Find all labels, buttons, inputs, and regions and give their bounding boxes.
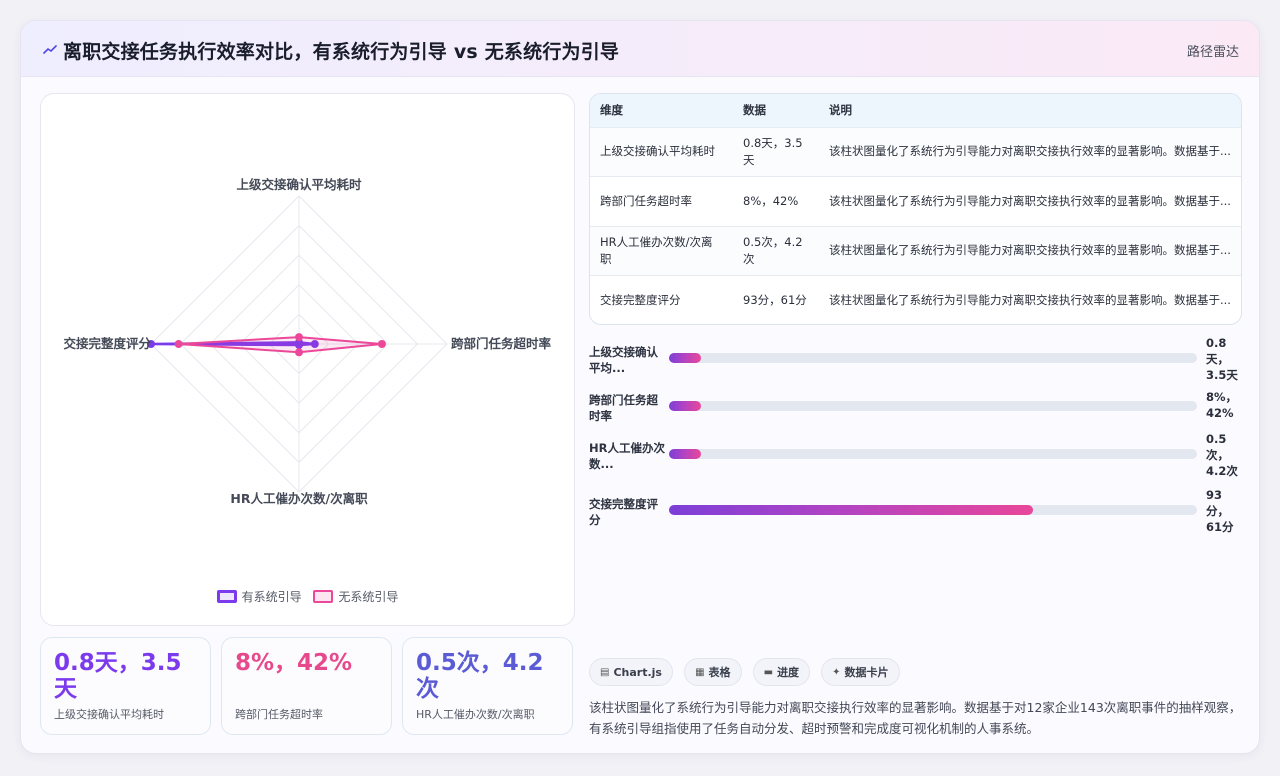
- radar-axis-label: HR人工催办次数/次离职: [230, 491, 368, 506]
- chip-progress[interactable]: ▬ 进度: [752, 658, 811, 686]
- sparkle-icon: ✦: [832, 666, 841, 678]
- radar-point: [174, 340, 183, 348]
- radar-point: [295, 348, 303, 357]
- cell-dimension: 上级交接确认平均耗时: [600, 144, 715, 159]
- table-row: 交接完整度评分 93分，61分 该柱状图量化了系统行为引导能力对离职交接执行效率…: [590, 275, 1241, 325]
- dashboard-card: 离职交接任务执行效率对比，有系统行为引导 vs 无系统行为引导 路径雷达 上级交…: [20, 20, 1260, 754]
- radar-axis-label: 上级交接确认平均耗时: [236, 177, 362, 192]
- cell-note: 该柱状图量化了系统行为引导能力对离职交接执行效率的显著影响。数据基于...: [829, 193, 1231, 208]
- legend-item-unguided[interactable]: 无系统引导: [313, 588, 398, 605]
- header-bar: 离职交接任务执行效率对比，有系统行为引导 vs 无系统行为引导 路径雷达: [21, 21, 1259, 77]
- stat-label: HR人工催办次数/次离职: [416, 708, 535, 721]
- stat-card-confirm-time: 0.8天，3.5天 上级交接确认平均耗时: [40, 637, 211, 735]
- progress-fill: [669, 505, 1034, 515]
- column-header-dimension: 维度: [600, 103, 623, 118]
- progress-label: 交接完整度评分: [589, 497, 658, 527]
- chip-label: 表格: [708, 666, 731, 679]
- cell-data: 93分，61分: [743, 293, 807, 307]
- cell-data: 0.5次，4.2次: [743, 234, 803, 266]
- chart-icon: ▤: [600, 666, 610, 678]
- column-header-data: 数据: [743, 103, 766, 118]
- progress-value: 0.5次，4.2次: [1206, 432, 1238, 478]
- chip-chartjs[interactable]: ▤ Chart.js: [589, 658, 673, 686]
- progress-label: 上级交接确认平均...: [589, 345, 658, 375]
- stat-card-reminders: 0.5次，4.2次 HR人工催办次数/次离职: [402, 637, 573, 735]
- stat-value: 0.8天，3.5天: [54, 650, 182, 702]
- trend-line-icon: [43, 45, 57, 54]
- progress-track: [669, 449, 1197, 459]
- progress-value: 93分，61分: [1206, 488, 1234, 534]
- radar-axis-label: 跨部门任务超时率: [451, 336, 552, 351]
- chart-description: 该柱状图量化了系统行为引导能力对离职交接执行效率的显著影响。数据基于对12家企业…: [589, 700, 1242, 736]
- progress-icon: ▬: [763, 666, 774, 678]
- progress-row: HR人工催办次数... 0.5次，4.2次: [589, 432, 1249, 493]
- radar-chart: 上级交接确认平均耗时跨部门任务超时率 HR人工催办次数/次离职 交接完整度评分: [63, 177, 552, 506]
- cell-data: 0.8天，3.5天: [743, 135, 803, 167]
- data-table: 维度 数据 说明 上级交接确认平均耗时 0.8天，3.5天 该柱状图量化了系统行…: [589, 93, 1242, 325]
- chip-label: 进度: [777, 666, 800, 679]
- progress-track: [669, 505, 1197, 515]
- chip-label: Chart.js: [613, 665, 662, 679]
- table-row: 跨部门任务超时率 8%，42% 该柱状图量化了系统行为引导能力对离职交接执行效率…: [590, 176, 1241, 227]
- progress-fill: [669, 401, 701, 411]
- legend-label-guided: 有系统引导: [241, 590, 302, 604]
- chip-label: 数据卡片: [844, 666, 889, 679]
- progress-track: [669, 353, 1197, 363]
- view-chips: ▤ Chart.js ▦ 表格 ▬ 进度 ✦ 数据卡片: [589, 658, 906, 686]
- cell-note: 该柱状图量化了系统行为引导能力对离职交接执行效率的显著影响。数据基于...: [829, 144, 1231, 159]
- mode-label[interactable]: 路径雷达: [1187, 41, 1239, 60]
- progress-value: 0.8天，3.5天: [1206, 336, 1238, 382]
- progress-fill: [669, 353, 701, 363]
- stat-card-timeout-rate: 8%，42% 跨部门任务超时率: [221, 637, 392, 735]
- progress-value: 8%，42%: [1206, 390, 1238, 420]
- cell-dimension: 交接完整度评分: [600, 293, 681, 307]
- table-icon: ▦: [695, 666, 705, 678]
- radar-chart-panel: 上级交接确认平均耗时跨部门任务超时率 HR人工催办次数/次离职 交接完整度评分 有系…: [40, 93, 575, 626]
- radar-point: [377, 340, 386, 348]
- page-title: 离职交接任务执行效率对比，有系统行为引导 vs 无系统行为引导: [63, 41, 620, 63]
- cell-dimension: 跨部门任务超时率: [600, 193, 692, 208]
- legend-swatch-guided: [216, 590, 237, 603]
- column-header-note: 说明: [829, 103, 852, 118]
- stat-label: 上级交接确认平均耗时: [54, 708, 164, 721]
- progress-fill: [669, 449, 701, 459]
- progress-label: 跨部门任务超时率: [589, 393, 658, 423]
- chip-data-cards[interactable]: ✦ 数据卡片: [821, 658, 900, 686]
- legend-swatch-unguided: [313, 590, 334, 603]
- radar-axis-label: 交接完整度评分: [63, 336, 151, 351]
- progress-track: [669, 401, 1197, 411]
- cell-dimension: HR人工催办次数/次离职: [600, 234, 713, 266]
- progress-label: HR人工催办次数...: [589, 441, 665, 471]
- stat-value: 0.5次，4.2次: [416, 650, 544, 702]
- cell-note: 该柱状图量化了系统行为引导能力对离职交接执行效率的显著影响。数据基于...: [829, 243, 1231, 258]
- stat-value: 8%，42%: [235, 650, 353, 676]
- table-row: HR人工催办次数/次离职 0.5次，4.2次 该柱状图量化了系统行为引导能力对离…: [590, 226, 1241, 276]
- cell-note: 该柱状图量化了系统行为引导能力对离职交接执行效率的显著影响。数据基于...: [829, 293, 1231, 307]
- stat-label: 跨部门任务超时率: [235, 708, 323, 721]
- cell-data: 8%，42%: [743, 193, 799, 208]
- chart-legend: 有系统引导 无系统引导: [41, 588, 574, 606]
- table-row: 上级交接确认平均耗时 0.8天，3.5天 该柱状图量化了系统行为引导能力对离职交…: [590, 127, 1241, 177]
- chip-table[interactable]: ▦ 表格: [684, 658, 742, 686]
- table-header-row: 维度 数据 说明: [590, 94, 1241, 127]
- radar-point: [295, 333, 303, 342]
- legend-item-guided[interactable]: 有系统引导: [216, 588, 302, 605]
- radar-series-unguided: [178, 336, 382, 354]
- progress-row: 交接完整度评分 93分，61分: [589, 488, 1249, 549]
- legend-label-unguided: 无系统引导: [338, 590, 399, 604]
